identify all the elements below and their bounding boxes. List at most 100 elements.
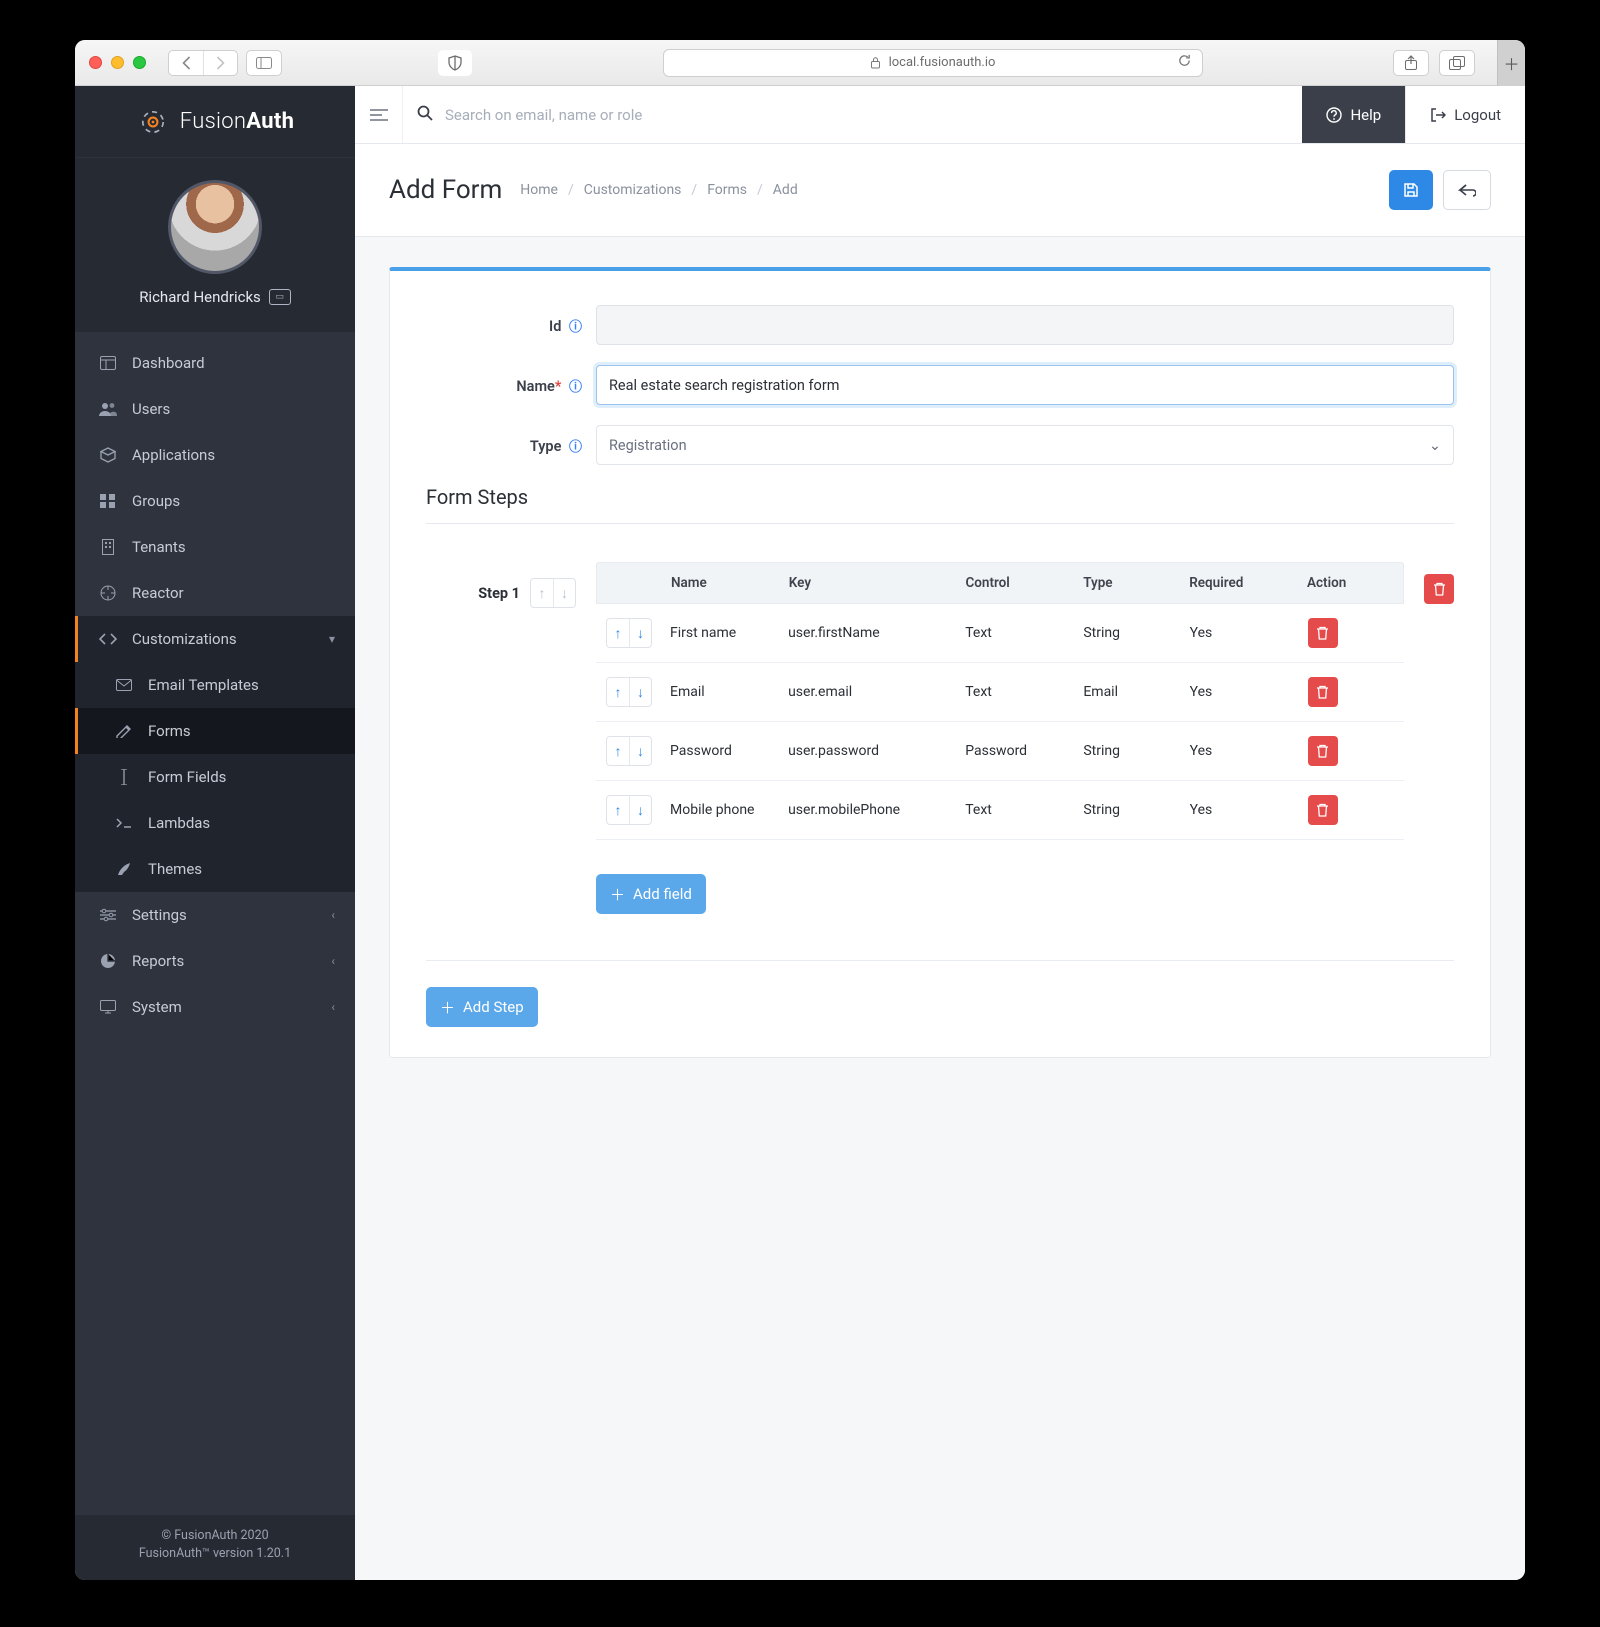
delete-step-button[interactable] xyxy=(1424,574,1454,604)
sidebar-item-system[interactable]: System ‹ xyxy=(75,984,355,1030)
form-row-id: Id ⓘ xyxy=(426,305,1454,345)
fullscreen-window-icon[interactable] xyxy=(133,56,146,69)
cell-name: Password xyxy=(660,729,778,773)
add-field-button[interactable]: ＋ Add field xyxy=(596,874,706,914)
sidebar-item-label: Lambdas xyxy=(148,814,210,832)
id-card-icon[interactable]: ▭ xyxy=(269,289,291,305)
minimize-window-icon[interactable] xyxy=(111,56,124,69)
delete-row-button[interactable] xyxy=(1308,795,1338,825)
sidebar-toggle[interactable] xyxy=(246,50,282,76)
save-button[interactable] xyxy=(1389,170,1433,210)
info-icon[interactable]: ⓘ xyxy=(569,440,582,455)
shield-button[interactable] xyxy=(438,50,472,76)
sidebar-item-forms[interactable]: Forms xyxy=(75,708,355,754)
sidebar-item-label: Forms xyxy=(148,722,191,740)
email-icon xyxy=(114,679,134,691)
cell-key: user.email xyxy=(778,670,955,714)
arrow-down-icon[interactable]: ↓ xyxy=(629,678,651,706)
sidebar-item-label: Form Fields xyxy=(148,768,226,786)
crumb[interactable]: Forms xyxy=(707,182,747,198)
crumb: Add xyxy=(773,182,798,198)
sidebar-item-settings[interactable]: Settings ‹ xyxy=(75,892,355,938)
topbar: Help Logout xyxy=(355,86,1525,144)
row-order-buttons: ↑↓ xyxy=(606,736,652,766)
trash-icon xyxy=(1433,582,1446,596)
arrow-down-icon[interactable]: ↓ xyxy=(629,796,651,824)
lock-icon xyxy=(870,56,881,69)
col-control: Control xyxy=(955,563,1073,603)
back-button[interactable] xyxy=(1443,170,1491,210)
arrow-up-icon[interactable]: ↑ xyxy=(607,796,629,824)
sidebar-item-customizations[interactable]: Customizations ▾ xyxy=(75,616,355,662)
help-button[interactable]: Help xyxy=(1302,86,1405,143)
arrow-up-icon[interactable]: ↑ xyxy=(607,619,629,647)
sidebar-item-themes[interactable]: Themes xyxy=(75,846,355,892)
delete-row-button[interactable] xyxy=(1308,618,1338,648)
crumb[interactable]: Customizations xyxy=(584,182,682,198)
chevron-left-icon: ‹ xyxy=(331,954,335,968)
arrow-up-icon[interactable]: ↑ xyxy=(607,678,629,706)
address-bar[interactable]: local.fusionauth.io xyxy=(663,49,1203,77)
cell-type: String xyxy=(1073,788,1179,832)
cell-action xyxy=(1298,663,1404,721)
crumb[interactable]: Home xyxy=(520,182,558,198)
sidebar-item-label: Settings xyxy=(132,906,187,924)
cell-control: Text xyxy=(955,670,1073,714)
delete-row-button[interactable] xyxy=(1308,736,1338,766)
name-input[interactable] xyxy=(596,365,1454,405)
close-window-icon[interactable] xyxy=(89,56,102,69)
brand-logo-icon xyxy=(136,105,170,139)
arrow-down-icon[interactable]: ↓ xyxy=(553,579,575,607)
new-tab-button[interactable]: ＋ xyxy=(1497,40,1525,86)
sidebar-item-email-templates[interactable]: Email Templates xyxy=(75,662,355,708)
sidebar-item-users[interactable]: Users xyxy=(75,386,355,432)
collapse-sidebar-button[interactable] xyxy=(355,86,403,143)
arrow-up-icon[interactable]: ↑ xyxy=(607,737,629,765)
info-icon[interactable]: ⓘ xyxy=(569,320,582,335)
type-select[interactable]: Registration ⌄ xyxy=(596,425,1454,465)
cell-action xyxy=(1298,604,1404,662)
sidebar-item-groups[interactable]: Groups xyxy=(75,478,355,524)
sidebar-item-label: Dashboard xyxy=(132,354,205,372)
brand-name: FusionAuth xyxy=(180,109,295,134)
id-input xyxy=(596,305,1454,345)
save-icon xyxy=(1403,182,1419,198)
info-icon[interactable]: ⓘ xyxy=(569,380,582,395)
sidebar-item-form-fields[interactable]: Form Fields xyxy=(75,754,355,800)
add-step-button[interactable]: ＋ Add Step xyxy=(426,987,538,1027)
reload-icon[interactable] xyxy=(1177,53,1192,72)
table-row: ↑↓Passworduser.passwordPasswordStringYes xyxy=(596,722,1404,781)
col-name: Name xyxy=(661,563,779,603)
avatar[interactable] xyxy=(168,180,262,274)
search-input[interactable] xyxy=(445,106,1288,124)
tabs-button[interactable] xyxy=(1439,50,1475,76)
delete-row-button[interactable] xyxy=(1308,677,1338,707)
code-icon xyxy=(98,632,118,646)
sidebar-item-reactor[interactable]: Reactor xyxy=(75,570,355,616)
sidebar-item-lambdas[interactable]: Lambdas xyxy=(75,800,355,846)
traffic-lights xyxy=(89,56,146,69)
logout-button[interactable]: Logout xyxy=(1405,86,1525,143)
copyright: © FusionAuth 2020 xyxy=(83,1527,347,1546)
cell-required: Yes xyxy=(1180,788,1298,832)
sidebar-item-dashboard[interactable]: Dashboard xyxy=(75,340,355,386)
sidebar-item-tenants[interactable]: Tenants xyxy=(75,524,355,570)
sidebar-item-reports[interactable]: Reports ‹ xyxy=(75,938,355,984)
page-actions xyxy=(1389,170,1491,210)
main: Help Logout Add Form Home/ Customization… xyxy=(355,86,1525,1580)
sidebar-item-label: Reactor xyxy=(132,584,184,602)
arrow-down-icon[interactable]: ↓ xyxy=(629,619,651,647)
cell-control: Text xyxy=(955,611,1073,655)
share-button[interactable] xyxy=(1393,50,1429,76)
forward-button[interactable] xyxy=(203,51,237,75)
sidebar-item-label: Users xyxy=(132,400,170,418)
chevron-down-icon: ▾ xyxy=(329,632,335,646)
users-icon xyxy=(98,402,118,416)
arrow-down-icon[interactable]: ↓ xyxy=(629,737,651,765)
form-row-name: Name* ⓘ xyxy=(426,365,1454,405)
sidebar-item-applications[interactable]: Applications xyxy=(75,432,355,478)
back-button[interactable] xyxy=(169,51,203,75)
brand[interactable]: FusionAuth xyxy=(75,86,355,158)
form-row-type: Type ⓘ Registration ⌄ xyxy=(426,425,1454,465)
arrow-up-icon[interactable]: ↑ xyxy=(531,579,553,607)
